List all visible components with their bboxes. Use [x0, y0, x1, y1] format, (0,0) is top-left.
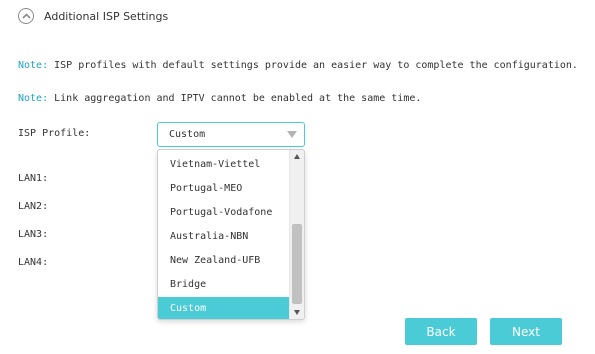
note-label: Note:: [18, 93, 49, 104]
lan4-label: LAN4:: [18, 257, 49, 268]
isp-profile-select[interactable]: Custom: [157, 122, 305, 147]
option-portugal-meo[interactable]: Portugal-MEO: [158, 177, 290, 201]
option-australia-nbn[interactable]: Australia-NBN: [158, 225, 290, 249]
isp-profile-label: ISP Profile:: [18, 128, 91, 139]
note-text: ISP profiles with default settings provi…: [54, 60, 578, 71]
section-title: Additional ISP Settings: [44, 9, 169, 23]
option-custom[interactable]: Custom: [158, 297, 290, 319]
lan1-label: LAN1:: [18, 173, 49, 184]
next-button[interactable]: Next: [490, 318, 562, 345]
lan2-label: LAN2:: [18, 201, 49, 212]
option-portugal-vodafone[interactable]: Portugal-Vodafone: [158, 201, 290, 225]
isp-profile-selected-value: Custom: [169, 129, 206, 140]
additional-isp-settings-header[interactable]: Additional ISP Settings: [18, 8, 168, 24]
option-new-zealand-ufb[interactable]: New Zealand-UFB: [158, 249, 290, 273]
dropdown-arrow-icon[interactable]: [287, 131, 297, 138]
chevron-up-circle-icon[interactable]: [18, 8, 34, 24]
isp-profile-dropdown-list[interactable]: Vietnam-Viettel Portugal-MEO Portugal-Vo…: [157, 149, 305, 320]
note-label: Note:: [18, 60, 49, 71]
note-text: Link aggregation and IPTV cannot be enab…: [54, 93, 422, 104]
scrollbar-thumb[interactable]: [292, 224, 302, 304]
note-link-aggregation: Note: Link aggregation and IPTV cannot b…: [18, 93, 421, 104]
scroll-up-arrow-icon[interactable]: [294, 154, 300, 159]
option-vietnam-viettel[interactable]: Vietnam-Viettel: [158, 153, 290, 177]
scroll-down-arrow-icon[interactable]: [294, 310, 300, 315]
option-bridge[interactable]: Bridge: [158, 273, 290, 297]
note-isp-profiles: Note: ISP profiles with default settings…: [18, 60, 578, 71]
dropdown-scrollbar[interactable]: [289, 150, 304, 319]
lan3-label: LAN3:: [18, 229, 49, 240]
back-button[interactable]: Back: [405, 318, 477, 345]
